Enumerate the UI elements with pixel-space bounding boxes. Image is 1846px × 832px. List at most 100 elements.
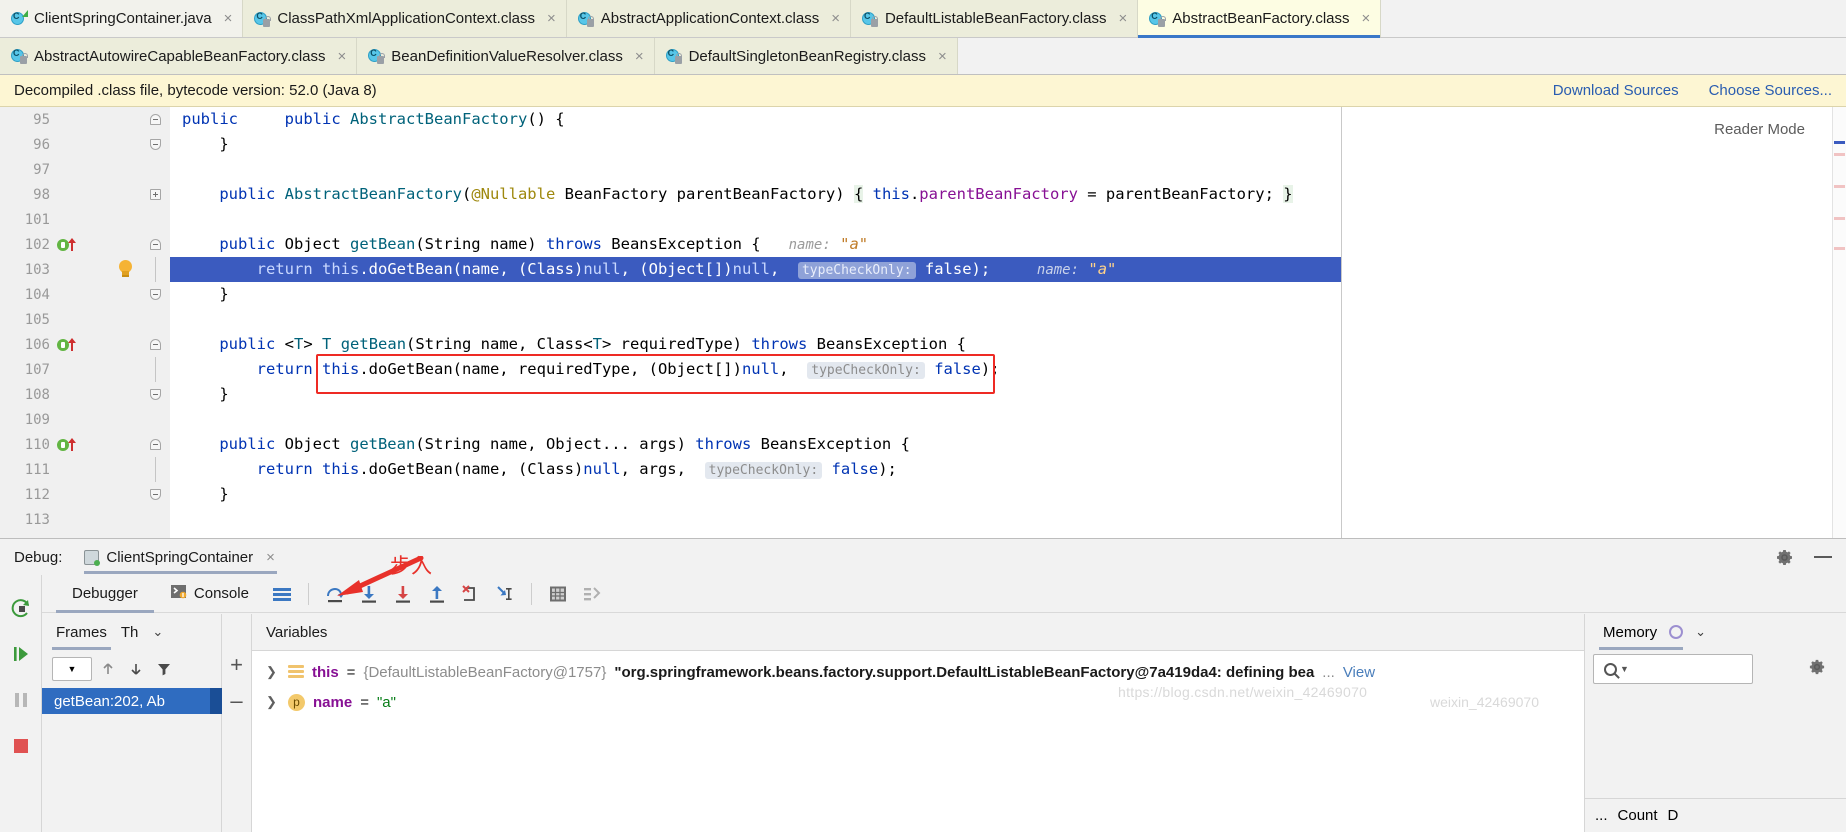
memory-col-count[interactable]: Count	[1618, 807, 1658, 824]
tab-console[interactable]: Console	[154, 575, 265, 613]
resume-program-icon[interactable]	[0, 631, 42, 677]
fold-collapse-icon[interactable]	[149, 339, 161, 350]
gutter-line: 110	[0, 432, 140, 457]
download-sources-link[interactable]: Download Sources	[1553, 82, 1679, 99]
tab-label: ClassPathXmlApplicationContext.class	[277, 10, 535, 27]
editor-marker-bar[interactable]	[1832, 107, 1846, 553]
close-icon[interactable]: ×	[547, 11, 556, 26]
annotation-label: 步入	[390, 554, 432, 578]
tab-memory[interactable]: Memory	[1603, 624, 1657, 641]
minimize-icon[interactable]	[1814, 556, 1832, 558]
param-hint: typeCheckOnly:	[704, 462, 823, 479]
frame-down-icon[interactable]	[124, 657, 148, 681]
close-icon[interactable]: ×	[635, 49, 644, 64]
drop-frame-icon[interactable]	[454, 575, 488, 613]
expand-chevron-icon[interactable]: ❯	[266, 664, 280, 680]
fold-marker[interactable]	[140, 107, 170, 132]
memory-settings-gear-icon[interactable]	[1808, 658, 1826, 676]
frame-list-item[interactable]: getBean:202, Ab	[42, 688, 221, 714]
chevron-down-icon[interactable]: ⌄	[152, 624, 163, 640]
variable-row-name[interactable]: ❯ p name = "a"	[252, 687, 1584, 717]
close-icon[interactable]: ×	[224, 11, 233, 26]
memory-col-class[interactable]: ...	[1595, 807, 1608, 824]
tab-label: DefaultListableBeanFactory.class	[884, 10, 1107, 27]
fold-collapse-icon[interactable]	[149, 439, 161, 450]
remove-watch-button[interactable]: –	[230, 690, 242, 712]
fold-marker	[140, 307, 170, 332]
fold-marker[interactable]	[140, 382, 170, 407]
close-icon[interactable]: ×	[266, 549, 275, 566]
stop-icon[interactable]	[0, 723, 42, 769]
run-to-cursor-icon[interactable]	[488, 575, 522, 613]
gutter-line: 107	[24, 361, 50, 378]
class-file-icon: C	[665, 48, 683, 64]
add-watch-button[interactable]: +	[230, 654, 243, 676]
editor-tab-abstractbeanfactory[interactable]: C AbstractBeanFactory.class ×	[1138, 0, 1382, 38]
pause-program-icon[interactable]	[0, 677, 42, 723]
editor-tab-abstractapplicationcontext[interactable]: C AbstractApplicationContext.class ×	[566, 0, 851, 37]
class-file-icon: C	[861, 11, 879, 27]
fold-marker[interactable]	[140, 132, 170, 157]
fold-marker[interactable]	[140, 432, 170, 457]
fold-collapse-icon[interactable]	[149, 389, 161, 400]
gutter-line: 104	[24, 286, 50, 303]
debug-tool-window-header: Debug: ClientSpringContainer ×	[0, 539, 1846, 575]
close-icon[interactable]: ×	[938, 49, 947, 64]
variable-name: this	[312, 663, 339, 681]
thread-selector-dropdown[interactable]: ▼	[52, 657, 92, 681]
editor-tab-abstractautowirecapablebeanfactory[interactable]: C AbstractAutowireCapableBeanFactory.cla…	[0, 38, 358, 74]
debug-session-tab[interactable]: ClientSpringContainer ×	[84, 549, 283, 574]
code-folding-column[interactable]	[140, 107, 170, 553]
fold-collapse-icon[interactable]	[149, 239, 161, 250]
close-icon[interactable]: ×	[1362, 11, 1371, 26]
expand-chevron-icon[interactable]: ❯	[266, 694, 280, 710]
close-icon[interactable]: ×	[338, 49, 347, 64]
editor-tab-beandefinitionvalueresolver[interactable]: C BeanDefinitionValueResolver.class ×	[357, 38, 655, 74]
editor-tab-defaultsingletonbeanregistry[interactable]: C DefaultSingletonBeanRegistry.class ×	[654, 38, 958, 74]
memory-col-diff[interactable]: D	[1668, 807, 1679, 824]
gutter-line: 108	[24, 386, 50, 403]
fold-marker[interactable]	[140, 332, 170, 357]
close-icon[interactable]: ×	[1118, 11, 1127, 26]
reader-mode-label[interactable]: Reader Mode	[1714, 121, 1805, 138]
frames-vertical-scrollbar[interactable]	[210, 688, 222, 714]
choose-sources-link[interactable]: Choose Sources...	[1709, 82, 1832, 99]
fold-marker[interactable]	[140, 282, 170, 307]
intellij-idea-window: C ClientSpringContainer.java × C ClassPa…	[0, 0, 1846, 832]
tab-threads[interactable]: Th	[121, 624, 139, 641]
tab-frames[interactable]: Frames	[52, 624, 111, 650]
step-out-icon[interactable]	[420, 575, 454, 613]
frame-up-icon[interactable]	[96, 657, 120, 681]
filter-icon[interactable]	[152, 657, 176, 681]
fold-collapse-icon[interactable]	[149, 289, 161, 300]
variable-row-this[interactable]: ❯ this = {DefaultListableBeanFactory@175…	[252, 657, 1584, 687]
rerun-icon[interactable]	[0, 585, 42, 631]
fold-collapse-icon[interactable]	[149, 114, 161, 125]
mute-breakpoints-icon[interactable]	[575, 575, 609, 613]
tab-variables[interactable]: Variables	[266, 624, 327, 641]
code-editor[interactable]: 95 96 97 98 101 102 103 104 105 106 107 …	[0, 107, 1846, 553]
layout-settings-icon[interactable]	[265, 575, 299, 613]
editor-gutter[interactable]: 95 96 97 98 101 102 103 104 105 106 107 …	[0, 107, 140, 553]
view-value-link[interactable]: View	[1343, 664, 1375, 681]
editor-tab-defaultlistablebeanfactory[interactable]: C DefaultListableBeanFactory.class ×	[850, 0, 1139, 37]
fold-marker[interactable]	[140, 182, 170, 207]
fold-marker[interactable]	[140, 232, 170, 257]
fold-collapse-icon[interactable]	[149, 489, 161, 500]
fold-expand-icon[interactable]	[149, 189, 161, 200]
gear-icon[interactable]	[1775, 548, 1794, 567]
intention-bulb-icon[interactable]	[118, 260, 133, 279]
session-tab-underline	[84, 570, 277, 574]
memory-search-input[interactable]: ▼	[1593, 654, 1753, 684]
console-icon	[170, 583, 187, 604]
editor-tab-classpathxmlapplicationcontext[interactable]: C ClassPathXmlApplicationContext.class ×	[243, 0, 567, 37]
variables-list[interactable]: ❯ this = {DefaultListableBeanFactory@175…	[252, 650, 1584, 832]
evaluate-expression-icon[interactable]	[541, 575, 575, 613]
editor-tab-clientspringcontainer[interactable]: C ClientSpringContainer.java ×	[0, 0, 244, 37]
close-icon[interactable]: ×	[831, 11, 840, 26]
tab-debugger[interactable]: Debugger	[56, 575, 154, 613]
fold-marker[interactable]	[140, 482, 170, 507]
fold-collapse-icon[interactable]	[149, 139, 161, 150]
chevron-down-icon[interactable]: ⌄	[1695, 624, 1706, 640]
tab-label: ClientSpringContainer.java	[34, 10, 212, 27]
